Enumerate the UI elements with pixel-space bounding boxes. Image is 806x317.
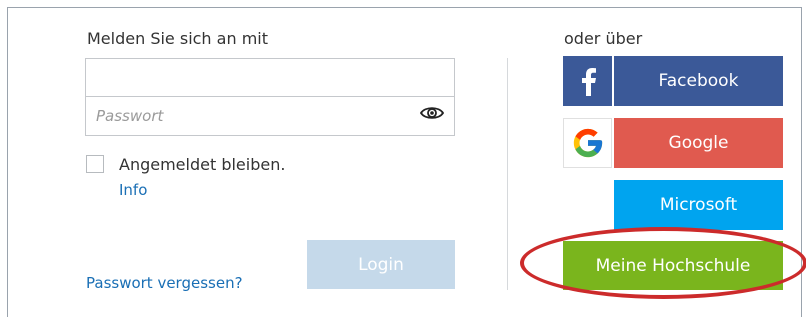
facebook-label: Facebook bbox=[614, 56, 783, 106]
password-input[interactable] bbox=[86, 97, 454, 135]
google-icon bbox=[563, 118, 612, 168]
password-field[interactable] bbox=[85, 96, 455, 136]
forgot-password-link[interactable]: Passwort vergessen? bbox=[86, 274, 243, 292]
login-heading: Melden Sie sich an mit bbox=[87, 29, 268, 48]
divider bbox=[507, 58, 508, 290]
google-label: Google bbox=[614, 118, 783, 168]
microsoft-icon bbox=[563, 180, 612, 230]
eye-icon[interactable] bbox=[420, 105, 444, 121]
google-login-button[interactable]: Google bbox=[563, 118, 783, 168]
username-field[interactable] bbox=[85, 58, 455, 97]
microsoft-login-button[interactable]: Microsoft bbox=[563, 180, 783, 230]
facebook-icon bbox=[563, 56, 612, 106]
remember-label: Angemeldet bleiben. bbox=[119, 155, 286, 174]
facebook-login-button[interactable]: Facebook bbox=[563, 56, 783, 106]
info-link[interactable]: Info bbox=[119, 181, 147, 199]
login-button[interactable]: Login bbox=[307, 240, 455, 289]
microsoft-label: Microsoft bbox=[614, 180, 783, 230]
username-input[interactable] bbox=[86, 59, 454, 96]
hochschule-login-button[interactable]: Meine Hochschule bbox=[563, 241, 783, 290]
remember-checkbox[interactable] bbox=[86, 155, 104, 173]
social-heading: oder über bbox=[564, 29, 643, 48]
